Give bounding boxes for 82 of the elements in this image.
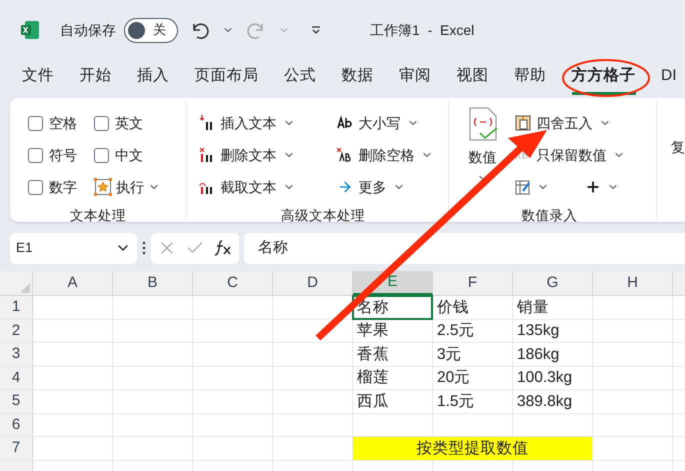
autosave-label: 自动保存 [60,20,116,40]
row-header[interactable]: 6 [0,414,33,436]
case-icon [336,115,353,131]
table-cell[interactable]: 榴莲 [353,366,432,389]
ribbon-command[interactable]: 截取文本 [198,176,329,198]
ribbon-tab[interactable]: 公式 [284,64,316,95]
table-cell[interactable]: 135kg [513,320,592,342]
checkbox[interactable] [28,116,43,130]
column-header[interactable]: A [33,271,113,295]
ribbon-tab[interactable]: 页面布局 [194,64,258,95]
table-cell[interactable]: 3元 [433,343,512,366]
star-frame-icon [94,178,112,196]
table-cell[interactable]: 20元 [433,366,512,389]
table-cell[interactable]: 销量 [513,296,592,318]
checkbox[interactable] [94,148,109,162]
name-box[interactable]: E1 [10,232,137,264]
merged-cell[interactable]: 按类型提取数值 [353,437,593,460]
ribbon-tab[interactable]: 视图 [456,64,488,95]
column-header[interactable]: H [593,271,673,295]
ribbon-command[interactable]: 更多 [336,176,457,198]
table-cell[interactable]: 1.5元 [433,390,512,412]
column-header[interactable]: B [113,271,193,295]
table-cell[interactable]: 186kg [513,343,592,366]
plus-icon [584,179,601,195]
ribbon-command[interactable]: 插入文本 [198,112,329,134]
row-header[interactable]: 4 [0,366,33,389]
value-button[interactable]: 数值 [462,107,503,203]
row-header[interactable]: 5 [0,390,33,412]
insert-text-icon [198,115,215,131]
window-title: 工作簿1 - Excel [370,20,474,40]
checkbox-label: 数字 [49,178,77,196]
drag-handle-icon[interactable] [142,241,146,255]
ribbon-tab[interactable]: 文件 [22,64,54,95]
function-icon[interactable] [213,239,233,257]
ribbon-tab[interactable]: 数据 [342,64,374,95]
checkbox-label: 空格 [49,114,77,132]
ribbon-tab[interactable]: 开始 [80,64,112,95]
row-header[interactable]: 1 [0,296,33,318]
checkbox[interactable] [28,148,43,162]
table-cell[interactable]: 西瓜 [353,390,432,412]
document-check-icon [468,107,498,141]
checkbox[interactable] [94,116,109,130]
ribbon-tab[interactable]: 帮助 [514,64,546,95]
ribbon-tab[interactable]: 方方格子 [572,64,636,95]
column-header[interactable]: C [193,271,273,295]
table-cell[interactable]: 价钱 [433,296,512,318]
autosave-toggle[interactable]: 关 [124,18,178,42]
row-header[interactable]: 2 [0,320,33,342]
checkbox-label: 中文 [115,146,143,164]
group-label: 文本处理 [68,207,127,225]
column-header[interactable]: G [513,271,593,295]
checkbox-label: 符号 [49,146,77,164]
ribbon-command[interactable]: 删除空格 [336,144,457,166]
column-header[interactable]: F [433,271,513,295]
ribbon-command[interactable]: 只保留数值 [514,144,625,166]
delete-space-icon [336,147,353,163]
table-cell[interactable]: 香蕉 [353,343,432,366]
table-cell[interactable]: 苹果 [353,320,432,342]
formula-field[interactable]: 名称 [244,232,685,264]
ribbon-command[interactable]: 大小写 [336,112,457,134]
row-header[interactable]: 3 [0,343,33,366]
table-cell[interactable]: 389.8kg [513,390,592,412]
table-cell[interactable]: 2.5元 [433,320,512,342]
table-edit-icon [514,179,531,195]
ribbon-command[interactable]: 删除文本 [198,144,329,166]
run-button[interactable]: 执行 [94,171,184,203]
table-cell[interactable]: 名称 [353,296,432,318]
row-header[interactable]: 7 [0,437,33,460]
table-percent-icon [514,115,531,131]
ribbon-tab[interactable]: 审阅 [399,64,431,95]
group-label: 高级文本处理 [280,207,366,225]
checkbox-label: 英文 [115,114,143,132]
arrow-right-icon [336,179,353,195]
checkbox[interactable] [28,180,43,194]
group-label: 数值录入 [520,207,578,225]
delete-text-icon [198,147,215,163]
app-logo-icon [20,20,40,40]
ribbon-command[interactable]: 复 [671,139,685,155]
ribbon-tab[interactable]: 插入 [137,64,169,95]
table-cell[interactable]: 100.3kg [513,366,592,389]
customize-icon[interactable] [310,24,322,36]
ribbon-tab[interactable]: DI [661,64,676,95]
